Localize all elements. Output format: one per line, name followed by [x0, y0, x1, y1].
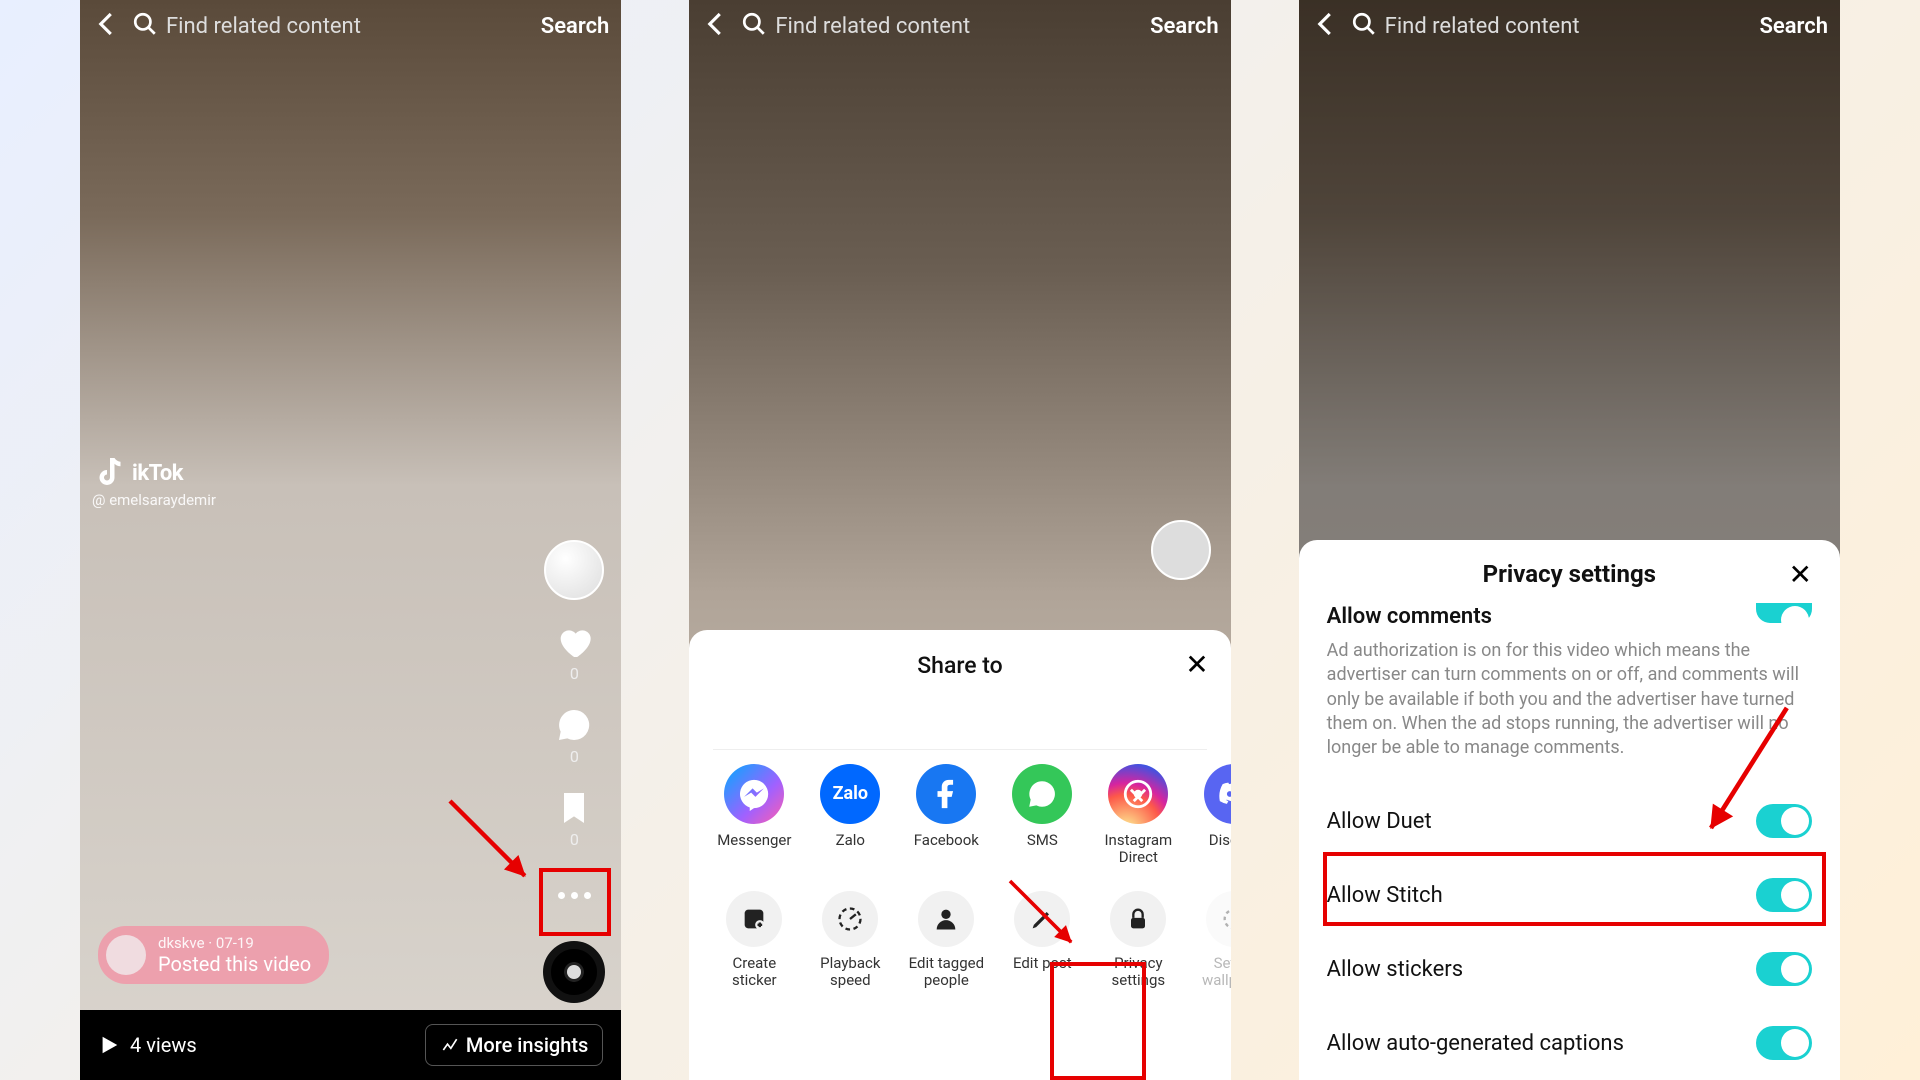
setting-row-2: Allow stickers	[1327, 932, 1812, 1006]
search-placeholder: Find related content	[1385, 14, 1580, 39]
sheet-title: Privacy settings	[1483, 560, 1656, 588]
action-create-sticker[interactable]: Create sticker	[713, 891, 795, 990]
chip-avatar	[106, 935, 146, 975]
toggle-allow-stickers[interactable]	[1756, 952, 1812, 986]
annotation-box-privacy	[1050, 962, 1146, 1080]
back-icon[interactable]	[1311, 9, 1341, 43]
facebook-icon	[916, 764, 976, 824]
edit-tagged-icon	[918, 891, 974, 947]
search-button[interactable]: Search	[541, 14, 610, 39]
search-icon	[1351, 11, 1377, 41]
view-count: 4 views	[98, 1033, 197, 1057]
search-button[interactable]: Search	[1150, 14, 1219, 39]
search-field[interactable]: Find related content	[132, 5, 527, 47]
top-bar: Find related content Search	[1299, 0, 1840, 52]
comment-icon	[554, 705, 594, 745]
setting-label: Allow stickers	[1327, 957, 1463, 982]
discord-icon	[1204, 764, 1230, 824]
chip-meta: dkskve · 07-19	[158, 934, 311, 952]
action-playback-speed[interactable]: Playback speed	[809, 891, 891, 990]
author-avatar[interactable]	[544, 540, 604, 600]
bottom-bar: 4 views More insights	[80, 1010, 621, 1080]
sheet-title: Share to	[917, 652, 1003, 679]
actions-row: Create stickerPlayback speedEdit tagged …	[689, 881, 1230, 1014]
search-icon	[741, 11, 767, 41]
play-icon	[98, 1034, 120, 1056]
sms-icon	[1012, 764, 1072, 824]
watermark-user: @ emelsaraydemir	[92, 491, 216, 509]
share-facebook[interactable]: Facebook	[905, 764, 987, 867]
close-button[interactable]: ✕	[1789, 558, 1812, 591]
search-icon	[132, 11, 158, 41]
comment-count: 0	[570, 747, 579, 766]
posted-chip[interactable]: dkskve · 07-19 Posted this video	[98, 926, 329, 984]
top-bar: Find related content Search	[80, 0, 621, 52]
screen-3: Find related content Search Privacy sett…	[1299, 0, 1840, 1080]
screen-2: Find related content Search Share to ✕ M…	[689, 0, 1230, 1080]
share-targets-row: MessengerZaloZaloFacebookSMSInstagram Di…	[689, 750, 1230, 881]
save-button[interactable]: 0	[554, 788, 594, 849]
like-count: 0	[570, 664, 579, 683]
save-count: 0	[570, 830, 579, 849]
share-instagram[interactable]: Instagram Direct	[1097, 764, 1179, 867]
annotation-arrow-2	[1001, 872, 1091, 962]
playback-speed-icon	[822, 891, 878, 947]
screen-1: Find related content Search ikTok @ emel…	[80, 0, 621, 1080]
annotation-arrow-3	[1686, 702, 1806, 842]
brand-text: ikTok	[132, 461, 183, 486]
search-field[interactable]: Find related content	[1351, 5, 1746, 47]
back-icon[interactable]	[92, 9, 122, 43]
annotation-box-stitch	[1323, 852, 1826, 926]
sound-disc[interactable]	[543, 941, 605, 1003]
toggle-allow-comments[interactable]	[1756, 603, 1812, 623]
toggle-allow-auto-generated-captions[interactable]	[1756, 1026, 1812, 1060]
share-messenger[interactable]: Messenger	[713, 764, 795, 867]
chip-text: Posted this video	[158, 952, 311, 976]
setting-row-3: Allow auto-generated captions	[1327, 1006, 1812, 1080]
share-zalo[interactable]: ZaloZalo	[809, 764, 891, 867]
bookmark-icon	[554, 788, 594, 828]
search-field[interactable]: Find related content	[741, 5, 1136, 47]
setting-label: Allow auto-generated captions	[1327, 1031, 1624, 1056]
video-watermark: ikTok @ emelsaraydemir	[92, 455, 216, 509]
share-sms[interactable]: SMS	[1001, 764, 1083, 867]
zalo-icon: Zalo	[820, 764, 880, 824]
back-icon[interactable]	[701, 9, 731, 43]
search-placeholder: Find related content	[166, 14, 361, 39]
instagram-icon	[1108, 764, 1168, 824]
search-placeholder: Find related content	[775, 14, 970, 39]
close-button[interactable]: ✕	[1185, 648, 1208, 681]
privacy-icon	[1110, 891, 1166, 947]
annotation-box-more	[539, 868, 611, 936]
like-button[interactable]: 0	[554, 622, 594, 683]
top-bar: Find related content Search	[689, 0, 1230, 52]
heart-icon	[554, 622, 594, 662]
wallpaper-icon	[1206, 891, 1230, 947]
share-discord[interactable]: Discord	[1193, 764, 1230, 867]
action-edit-tagged[interactable]: Edit tagged people	[905, 891, 987, 990]
share-sheet: Share to ✕ MessengerZaloZaloFacebookSMSI…	[689, 630, 1230, 1080]
author-avatar[interactable]	[1151, 520, 1211, 580]
more-insights-button[interactable]: More insights	[425, 1024, 603, 1066]
setting-allow-comments-label: Allow comments	[1327, 604, 1492, 629]
chart-icon	[440, 1035, 460, 1055]
comment-button[interactable]: 0	[554, 705, 594, 766]
messenger-icon	[724, 764, 784, 824]
annotation-arrow-1	[439, 790, 549, 900]
tiktok-logo-icon	[92, 455, 128, 491]
create-sticker-icon	[726, 891, 782, 947]
action-wallpaper: Set as wallpaper	[1193, 891, 1230, 990]
search-button[interactable]: Search	[1759, 14, 1828, 39]
setting-label: Allow Duet	[1327, 809, 1432, 834]
